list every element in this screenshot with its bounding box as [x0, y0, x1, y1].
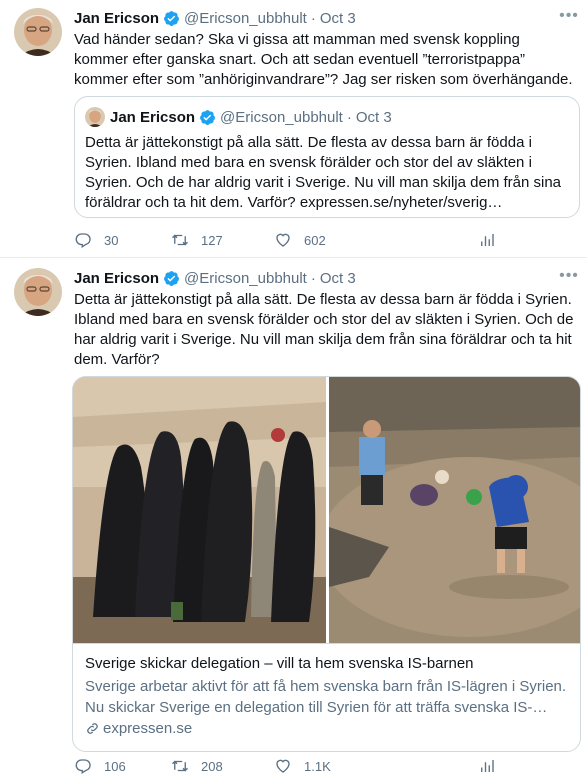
quoted-date: Oct 3	[355, 108, 392, 126]
link-card[interactable]: Sverige skickar delegation – vill ta hem…	[72, 376, 581, 752]
quoted-author-handle: @Ericson_ubbhult	[220, 108, 343, 126]
verified-badge-icon	[164, 10, 179, 26]
quoted-author-name: Jan Ericson	[110, 108, 196, 126]
separator-dot: ·	[346, 108, 352, 126]
tweet[interactable]: Jan Ericson @Ericson_ubbhult · Oct 3 •••…	[0, 0, 587, 258]
link-icon	[87, 723, 98, 734]
quoted-avatar	[85, 107, 105, 127]
analytics-button[interactable]	[478, 230, 508, 250]
tweet-header: Jan Ericson @Ericson_ubbhult · Oct 3	[74, 8, 356, 28]
retweet-button[interactable]: 208	[171, 756, 223, 776]
analytics-button[interactable]	[478, 756, 508, 776]
reply-count: 30	[104, 232, 119, 248]
more-icon[interactable]: •••	[559, 268, 579, 290]
tweet-actions: 30 127 602	[74, 230, 574, 250]
quoted-text: Detta är jättekonstigt på alla sätt. De …	[85, 134, 562, 211]
quoted-header: Jan Ericson @Ericson_ubbhult · Oct 3	[110, 107, 392, 127]
analytics-icon	[481, 234, 494, 246]
tweet-header: Jan Ericson @Ericson_ubbhult · Oct 3	[74, 268, 356, 288]
separator-dot: ·	[310, 9, 316, 27]
author-handle[interactable]: @Ericson_ubbhult	[184, 10, 307, 27]
retweet-icon	[172, 234, 188, 246]
card-meta: Sverige skickar delegation – vill ta hem…	[73, 643, 580, 751]
heart-icon	[276, 233, 290, 247]
verified-badge-icon	[200, 109, 215, 125]
tweet-date[interactable]: Oct 3	[320, 10, 356, 27]
avatar[interactable]	[14, 268, 62, 316]
separator-dot: ·	[310, 269, 316, 287]
card-title[interactable]: Sverige skickar delegation – vill ta hem…	[85, 654, 570, 674]
verified-badge-icon	[164, 270, 179, 286]
like-count: 1.1K	[304, 758, 331, 774]
avatar[interactable]	[14, 8, 62, 56]
author-handle[interactable]: @Ericson_ubbhult	[184, 270, 307, 287]
quoted-tweet[interactable]: Jan Ericson @Ericson_ubbhult · Oct 3 Det…	[74, 96, 580, 218]
reply-icon	[75, 759, 91, 774]
reply-button[interactable]: 106	[74, 756, 126, 776]
retweet-count: 127	[201, 232, 223, 248]
like-button[interactable]: 1.1K	[274, 756, 331, 776]
analytics-icon	[481, 760, 494, 772]
card-description: Sverige arbetar aktivt för att få hem sv…	[85, 678, 567, 716]
tweet[interactable]: Jan Ericson @Ericson_ubbhult · Oct 3 •••…	[0, 258, 587, 783]
more-icon[interactable]: •••	[559, 8, 579, 30]
card-domain-text: expressen.se	[103, 720, 193, 737]
card-image-women	[73, 377, 326, 643]
reply-icon	[75, 233, 91, 248]
retweet-icon	[172, 760, 188, 772]
card-domain: expressen.se	[85, 720, 192, 737]
author-name[interactable]: Jan Ericson	[74, 10, 159, 27]
tweet-actions: 106 208 1.1K	[74, 756, 574, 776]
tweet-text: Vad händer sedan? Ska vi gissa att mamma…	[74, 31, 573, 88]
card-images	[73, 377, 580, 643]
reply-count: 106	[104, 758, 126, 774]
like-button[interactable]: 602	[274, 230, 326, 250]
card-image-children	[329, 377, 580, 643]
retweet-count: 208	[201, 758, 223, 774]
author-name[interactable]: Jan Ericson	[74, 270, 159, 287]
tweet-date[interactable]: Oct 3	[320, 270, 356, 287]
reply-button[interactable]: 30	[74, 230, 118, 250]
retweet-button[interactable]: 127	[171, 230, 223, 250]
like-count: 602	[304, 232, 326, 248]
tweet-text: Detta är jättekonstigt på alla sätt. De …	[74, 291, 574, 368]
heart-icon	[276, 759, 290, 773]
